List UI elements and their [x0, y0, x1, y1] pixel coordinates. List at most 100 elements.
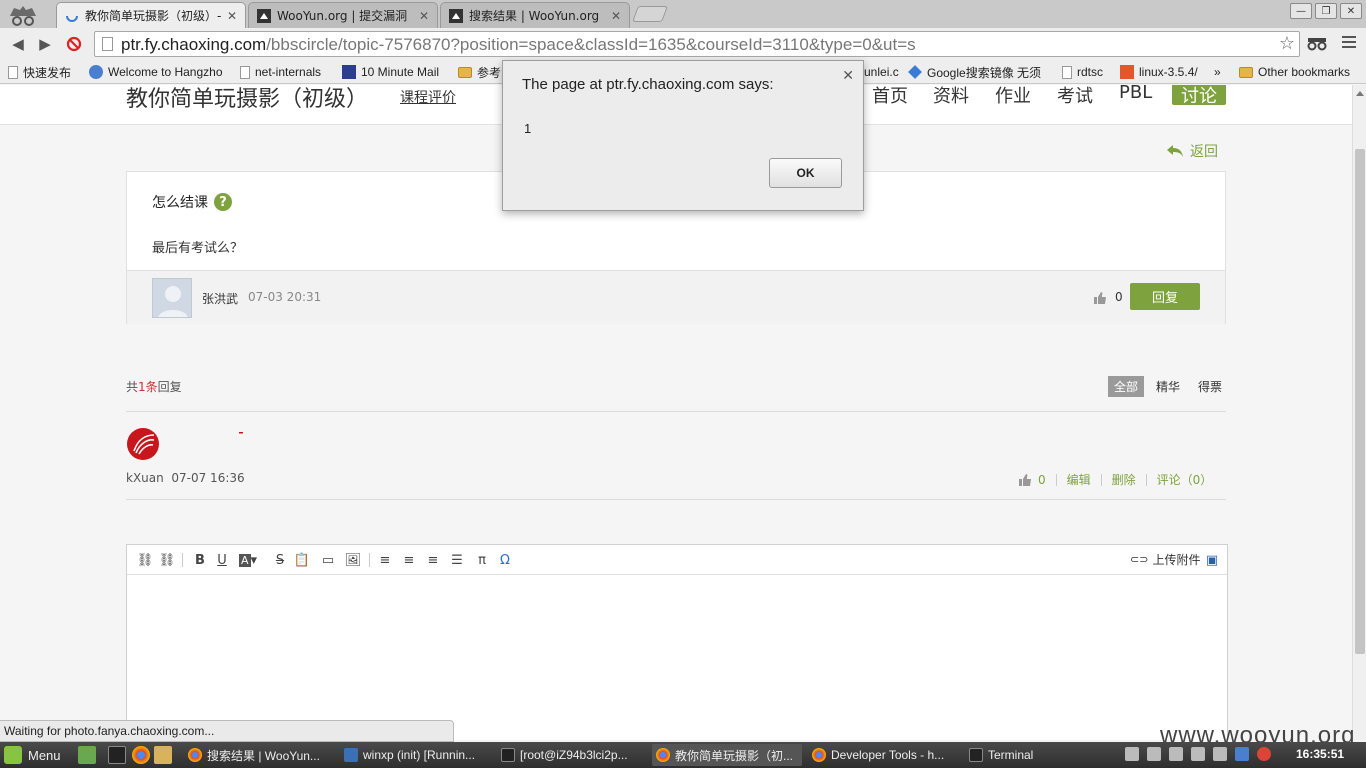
stop-icon[interactable]: [64, 34, 84, 54]
bookmark-item[interactable]: unlei.c: [864, 63, 899, 81]
url-text: ptr.fy.chaoxing.com/bbscircle/topic-7576…: [121, 35, 916, 55]
comment-link[interactable]: 评论（0）: [1157, 471, 1213, 488]
image-icon[interactable]: 🖼: [345, 552, 362, 568]
strikethrough-icon[interactable]: S: [273, 552, 287, 568]
underline-icon[interactable]: U: [215, 552, 229, 568]
nav-homework[interactable]: 作业: [995, 85, 1031, 108]
filter-votes[interactable]: 得票: [1192, 376, 1228, 397]
tab-strip: 教你简单玩摄影（初级）- ✕ WooYun.org | 提交漏洞 ✕ 搜索结果 …: [0, 0, 1366, 28]
wifi-icon[interactable]: [1169, 747, 1183, 761]
paste-icon[interactable]: 📋: [294, 552, 310, 568]
task-virtualbox[interactable]: winxp (init) [Runnin...: [340, 744, 486, 766]
minimize-button[interactable]: —: [1290, 3, 1312, 19]
scroll-up-icon[interactable]: [1356, 91, 1364, 96]
nav-pbl[interactable]: PBL: [1119, 85, 1152, 103]
edit-link[interactable]: 编辑: [1067, 471, 1091, 488]
reply-button[interactable]: 回复: [1130, 283, 1200, 310]
filter-all[interactable]: 全部: [1108, 376, 1145, 397]
task-course[interactable]: 教你简单玩摄影（初...: [652, 744, 802, 766]
like-button[interactable]: 0: [1093, 290, 1123, 304]
tab-wooyun-search[interactable]: 搜索结果 | WooYun.org ✕: [440, 2, 630, 28]
nav-exam[interactable]: 考试: [1057, 85, 1093, 108]
bookmark-folder[interactable]: 参考: [458, 63, 501, 81]
bold-icon[interactable]: B: [193, 552, 207, 568]
close-tab-icon[interactable]: ✕: [419, 9, 429, 23]
files-launcher-icon[interactable]: [154, 746, 172, 764]
tab-course[interactable]: 教你简单玩摄影（初级）- ✕: [56, 2, 246, 28]
task-devtools[interactable]: Developer Tools - h...: [808, 744, 956, 766]
align-right-icon[interactable]: ≡: [425, 552, 441, 568]
unlink-icon[interactable]: ⛓: [159, 552, 176, 568]
reply-user[interactable]: kXuan: [126, 471, 164, 485]
nav-home[interactable]: 首页: [872, 85, 908, 108]
fullscreen-icon[interactable]: ▣: [1205, 552, 1219, 568]
nav-discussion[interactable]: 讨论: [1172, 85, 1226, 107]
user-icon[interactable]: [1125, 747, 1139, 761]
bookmark-item[interactable]: net-internals: [240, 63, 321, 81]
task-root-terminal[interactable]: [root@iZ94b3lci2p...: [497, 744, 643, 766]
scrollbar-thumb[interactable]: [1355, 149, 1365, 654]
volume-icon[interactable]: [1191, 747, 1205, 761]
bookmarks-overflow-button[interactable]: »: [1214, 63, 1221, 81]
avatar[interactable]: [152, 278, 192, 318]
tab-label: WooYun.org | 提交漏洞: [277, 9, 408, 23]
upload-attachment-button[interactable]: ⊂⊃ 上传附件: [1130, 551, 1200, 568]
topic-author[interactable]: 张洪武: [202, 290, 238, 307]
new-tab-button[interactable]: [632, 6, 668, 22]
tab-wooyun-submit[interactable]: WooYun.org | 提交漏洞 ✕: [248, 2, 438, 28]
bookmark-item[interactable]: 快速发布: [8, 63, 71, 81]
close-icon[interactable]: ✕: [842, 67, 854, 84]
link-icon[interactable]: ⛓: [137, 552, 154, 568]
page-scrollbar[interactable]: [1352, 85, 1366, 740]
bookmark-item[interactable]: Welcome to Hangzho: [89, 63, 223, 81]
chrome-menu-icon[interactable]: [1342, 34, 1356, 50]
close-tab-icon[interactable]: ✕: [227, 9, 237, 23]
terminal-icon: [969, 748, 983, 762]
back-link[interactable]: 返回: [1166, 141, 1218, 161]
delete-link[interactable]: 删除: [1112, 471, 1136, 488]
ok-button[interactable]: OK: [769, 158, 842, 188]
task-terminal[interactable]: Terminal: [965, 744, 1075, 766]
bookmark-item[interactable]: 10 Minute Mail: [342, 63, 439, 81]
font-color-icon[interactable]: A ▾: [237, 552, 259, 568]
terminal-launcher-icon[interactable]: [108, 746, 126, 764]
chrome-launcher-icon[interactable]: [132, 746, 150, 764]
terminal-icon: [501, 748, 515, 762]
maximize-button[interactable]: ❐: [1315, 3, 1337, 19]
bookmark-item[interactable]: Google搜索镜像 无须: [908, 63, 1041, 81]
network-icon[interactable]: [1147, 747, 1161, 761]
start-menu-button[interactable]: Menu: [4, 746, 61, 764]
editor-textarea[interactable]: [127, 576, 1227, 740]
align-center-icon[interactable]: ≡: [401, 552, 417, 568]
close-tab-icon[interactable]: ✕: [611, 9, 621, 23]
insert-field-icon[interactable]: ▭: [319, 552, 337, 568]
bookmark-star-icon[interactable]: ☆: [1279, 33, 1295, 54]
other-bookmarks-folder[interactable]: Other bookmarks: [1239, 63, 1350, 81]
task-wooyun-search[interactable]: 搜索结果 | WooYun...: [184, 744, 328, 766]
forward-arrow-icon[interactable]: ▶: [35, 34, 55, 54]
bookmark-item[interactable]: linux-3.5.4/: [1120, 63, 1198, 81]
back-arrow-icon[interactable]: ◀: [8, 34, 28, 54]
bookmark-item[interactable]: rdtsc: [1062, 63, 1103, 81]
formula-icon[interactable]: π: [475, 552, 489, 568]
battery-icon[interactable]: [1213, 747, 1227, 761]
reply-like-button[interactable]: 0: [1018, 473, 1046, 487]
course-eval-link[interactable]: 课程评价: [400, 87, 456, 107]
page-icon: [102, 37, 113, 51]
folder-icon: [1239, 66, 1253, 78]
chrome-tray-icon[interactable]: [1257, 747, 1271, 761]
address-bar[interactable]: ptr.fy.chaoxing.com/bbscircle/topic-7576…: [94, 31, 1300, 57]
back-label: 返回: [1190, 144, 1218, 160]
shield-icon[interactable]: [1235, 747, 1249, 761]
show-desktop-icon[interactable]: [78, 746, 96, 764]
align-left-icon[interactable]: ≡: [377, 552, 393, 568]
justify-icon[interactable]: ☰: [449, 552, 465, 568]
task-label: Developer Tools - h...: [831, 748, 945, 762]
filter-featured[interactable]: 精华: [1150, 376, 1186, 397]
bookmark-label: Other bookmarks: [1258, 65, 1351, 79]
virtualbox-icon: [344, 748, 358, 762]
nav-materials[interactable]: 资料: [933, 85, 969, 108]
close-window-button[interactable]: ✕: [1340, 3, 1362, 19]
extension-icon[interactable]: [1306, 35, 1328, 51]
special-char-icon[interactable]: Ω: [498, 552, 512, 568]
